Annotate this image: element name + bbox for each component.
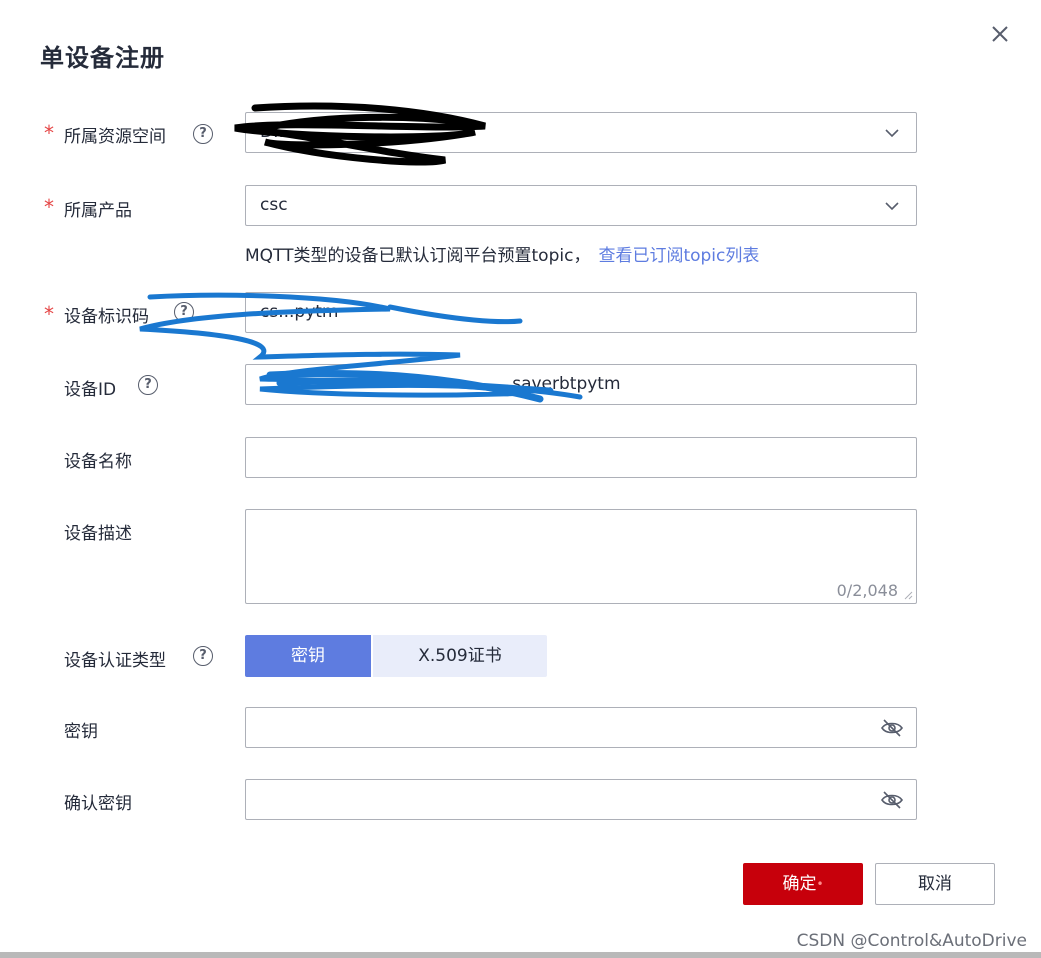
confirm-button-label: 确定 bbox=[782, 874, 817, 894]
node-id-value: cs...pytm bbox=[260, 302, 339, 322]
product-select[interactable]: csc bbox=[245, 185, 917, 226]
eye-hidden-icon[interactable] bbox=[880, 718, 904, 738]
device-id-label: 设备ID bbox=[64, 380, 117, 400]
resource-space-value: D... bbox=[260, 122, 290, 142]
help-icon[interactable]: ? bbox=[193, 646, 213, 666]
required-mark: * bbox=[44, 302, 54, 326]
confirm-button[interactable]: 确定• bbox=[743, 863, 863, 905]
node-id-label: 设备标识码 bbox=[64, 307, 149, 327]
confirm-button-dot: • bbox=[816, 877, 824, 891]
resource-space-select[interactable]: D... bbox=[245, 112, 917, 153]
auth-option-x509[interactable]: X.509证书 bbox=[373, 635, 547, 677]
resource-space-label: 所属资源空间 bbox=[64, 127, 166, 147]
cancel-button[interactable]: 取消 bbox=[875, 863, 995, 905]
close-icon[interactable] bbox=[988, 22, 1012, 46]
product-value: csc bbox=[260, 195, 288, 215]
confirm-secret-input[interactable] bbox=[245, 779, 917, 820]
help-icon[interactable]: ? bbox=[174, 302, 194, 322]
chevron-down-icon bbox=[885, 202, 899, 211]
topic-hint-text: MQTT类型的设备已默认订阅平台预置topic， bbox=[245, 246, 591, 266]
resize-handle-icon[interactable] bbox=[903, 590, 913, 600]
auth-type-label: 设备认证类型 bbox=[64, 651, 166, 671]
required-mark: * bbox=[44, 195, 54, 219]
topic-hint: MQTT类型的设备已默认订阅平台预置topic， 查看已订阅topic列表 bbox=[245, 241, 759, 266]
register-device-dialog: 单设备注册 * 所属资源空间 ? D... * 所属产品 csc MQTT类型的… bbox=[0, 0, 1041, 952]
chevron-down-icon bbox=[885, 129, 899, 138]
device-name-label: 设备名称 bbox=[64, 452, 132, 472]
help-icon[interactable]: ? bbox=[138, 375, 158, 395]
help-icon[interactable]: ? bbox=[193, 124, 213, 144]
char-counter: 0/2,048 bbox=[836, 581, 898, 600]
device-id-value: ...saverbtpytm bbox=[496, 374, 621, 394]
watermark: CSDN @Control&AutoDrive bbox=[796, 931, 1027, 951]
description-label: 设备描述 bbox=[64, 524, 132, 544]
bottom-scrollbar-track bbox=[0, 952, 1041, 958]
secret-input[interactable] bbox=[245, 707, 917, 748]
device-id-input[interactable]: ...saverbtpytm bbox=[245, 364, 917, 405]
device-name-input[interactable] bbox=[245, 437, 917, 478]
description-textarea[interactable]: 0/2,048 bbox=[245, 509, 917, 604]
eye-hidden-icon[interactable] bbox=[880, 790, 904, 810]
dialog-title: 单设备注册 bbox=[40, 44, 165, 72]
product-label: 所属产品 bbox=[64, 201, 132, 221]
node-id-input[interactable]: cs...pytm bbox=[245, 292, 917, 333]
secret-label: 密钥 bbox=[64, 722, 98, 742]
confirm-secret-label: 确认密钥 bbox=[64, 794, 132, 814]
subscribed-topics-link[interactable]: 查看已订阅topic列表 bbox=[598, 246, 759, 266]
auth-option-secret[interactable]: 密钥 bbox=[245, 635, 371, 677]
required-mark: * bbox=[44, 121, 54, 145]
